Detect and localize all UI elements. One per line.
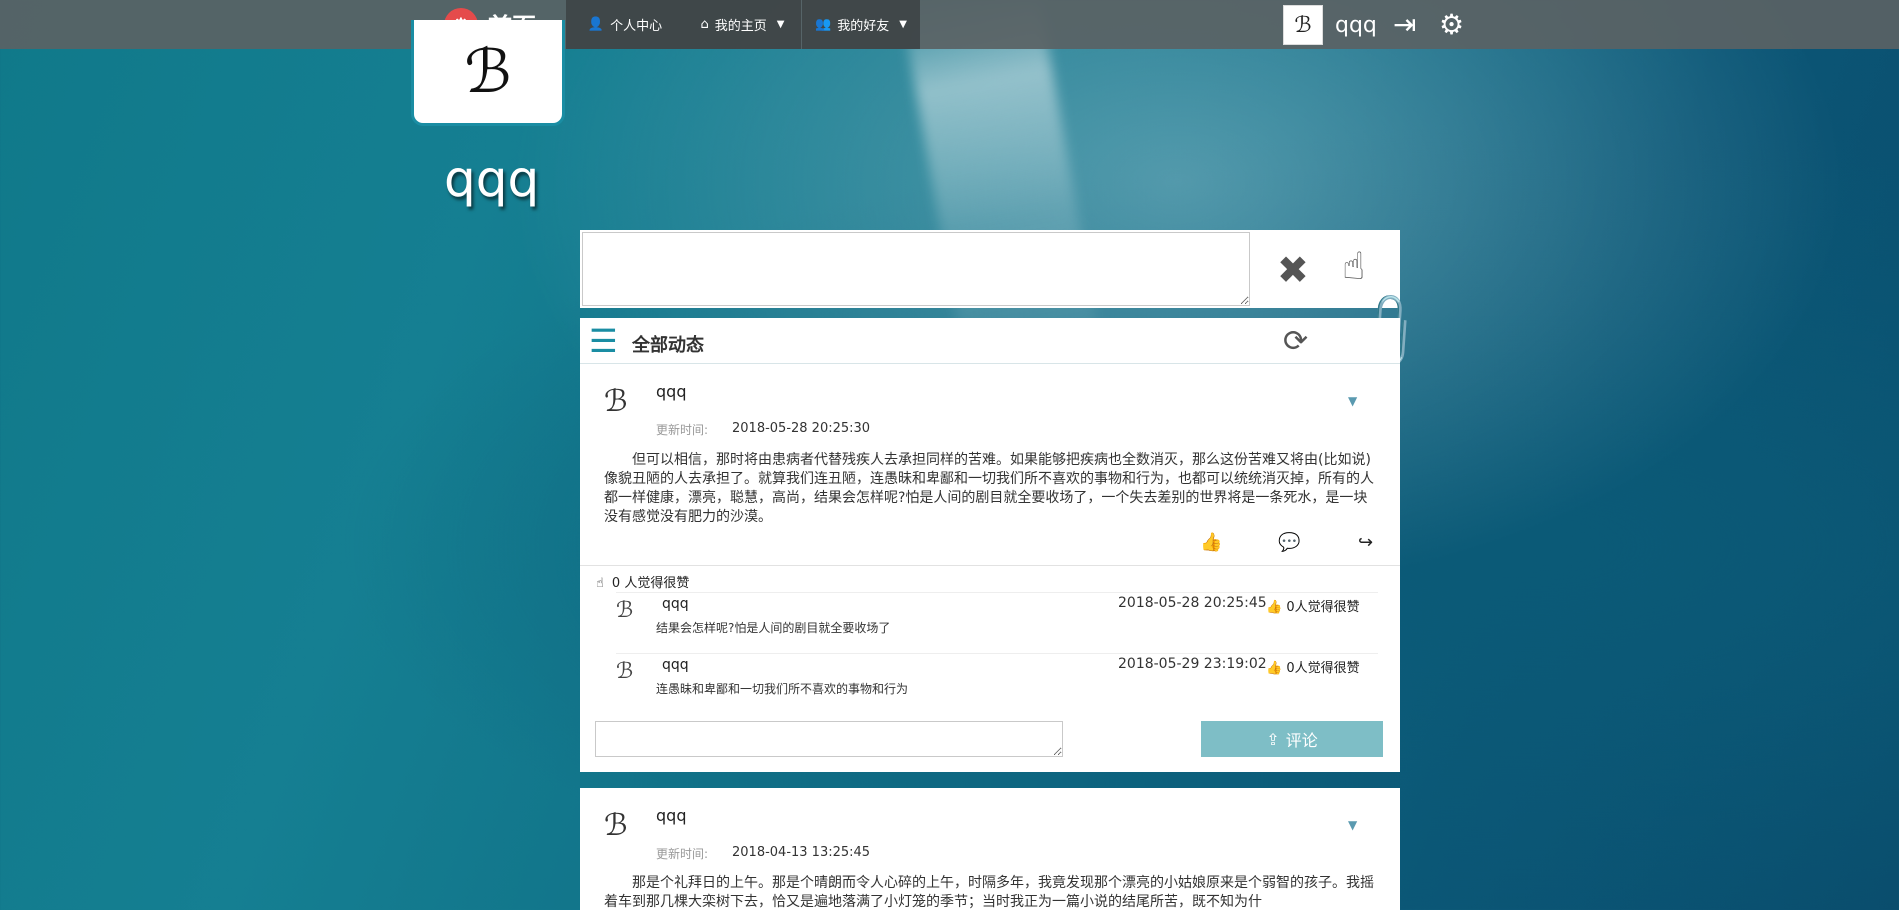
comment-time: 2018-05-29 23:19:02	[1118, 656, 1267, 672]
comment-submit-button[interactable]: ⇪ 评论	[1201, 721, 1383, 757]
nav-username: qqq	[1335, 12, 1377, 38]
comment-button-label: 评论	[1285, 731, 1318, 750]
thumbs-up-icon[interactable]: 👍	[1200, 532, 1222, 553]
comment-item: ℬ qqq 2018-05-29 23:19:02 👍 0人觉得很赞 连愚昧和卑…	[616, 653, 1378, 711]
nav-item-label: 我的好友	[837, 19, 890, 34]
post-body: 但可以相信，那时将由患病者代替残疾人去承担同样的苦难。如果能够把疾病也全数消灭，…	[604, 452, 1374, 525]
comment-likes: 0人觉得很赞	[1286, 600, 1360, 615]
home-icon: ⌂	[700, 17, 709, 32]
feed-title: 全部动态	[632, 335, 704, 356]
hand-icon: ☝	[596, 576, 604, 591]
nav-item-label: 我的主页	[714, 19, 767, 34]
chevron-down-icon[interactable]: ▼	[1348, 818, 1357, 832]
caret-down-icon: ▼	[899, 19, 907, 30]
list-icon: ☰	[589, 322, 618, 360]
profile-avatar: ℬ	[411, 20, 565, 126]
comment-icon[interactable]: 💬	[1278, 532, 1300, 553]
logout-icon[interactable]: ⇥	[1393, 8, 1416, 41]
likes-summary: ☝ 0 人觉得很赞	[596, 572, 689, 591]
caret-down-icon: ▼	[776, 19, 785, 30]
comment-item: ℬ qqq 2018-05-28 20:25:45 👍 0人觉得很赞 结果会怎样…	[616, 592, 1378, 650]
pin-icon[interactable]: ☝	[1342, 244, 1365, 288]
top-navbar: ⚙ 首页 👤 个人中心 ⌂ 我的主页 ▼ 👥 我的好友 ▼ ℬ qqq ⇥ ⚙	[0, 0, 1899, 49]
comment-input[interactable]	[595, 721, 1063, 757]
user-icon: 👤	[587, 17, 605, 32]
nav-user[interactable]: ℬ qqq	[1283, 5, 1377, 45]
post-body: 那是个礼拜日的上午。那是个晴朗而令人心碎的上午，时隔多年，我竟发现那个漂亮的小姑…	[604, 875, 1374, 910]
likes-text: 0 人觉得很赞	[611, 576, 690, 591]
post-card: ℬ qqq 更新时间: 2018-04-13 13:25:45 ▼ 那是个礼拜日…	[580, 788, 1400, 910]
post-username[interactable]: qqq	[656, 382, 686, 401]
profile-name: qqq	[444, 150, 540, 208]
post-composer: ✖ ☝	[580, 230, 1400, 308]
comment-username[interactable]: qqq	[662, 657, 689, 673]
avatar: ℬ	[616, 598, 634, 623]
divider	[580, 565, 1400, 566]
nav-item-personal-center[interactable]: 👤 个人中心	[566, 0, 684, 49]
avatar: ℬ	[616, 659, 634, 684]
post-time: 2018-04-13 13:25:45	[732, 845, 871, 860]
avatar: ℬ	[604, 808, 628, 843]
nav-item-label: 个人中心	[610, 19, 663, 34]
comment-likes: 0人觉得很赞	[1286, 661, 1360, 676]
chevron-down-icon[interactable]: ▼	[1348, 394, 1357, 408]
comment-like[interactable]: 👍 0人觉得很赞	[1266, 596, 1360, 615]
share-icon[interactable]: ↪	[1358, 532, 1373, 553]
refresh-icon[interactable]: ⟳	[1283, 324, 1308, 359]
post-input[interactable]	[582, 232, 1250, 306]
users-icon: 👥	[815, 17, 832, 32]
post-time: 2018-05-28 20:25:30	[732, 421, 871, 436]
post-username[interactable]: qqq	[656, 806, 686, 825]
post-time-label: 更新时间:	[656, 423, 709, 437]
feed-header: ☰ 全部动态 ⟳	[580, 318, 1400, 364]
post-card: ℬ qqq 更新时间: 2018-05-28 20:25:30 ▼ 但可以相信，…	[580, 364, 1400, 772]
comment-time: 2018-05-28 20:25:45	[1118, 595, 1267, 611]
comment-like[interactable]: 👍 0人觉得很赞	[1266, 657, 1360, 676]
gear-icon[interactable]: ⚙	[1439, 8, 1464, 41]
comment-text: 连愚昧和卑鄙和一切我们所不喜欢的事物和行为	[656, 682, 909, 696]
comment-username[interactable]: qqq	[662, 596, 689, 612]
upload-icon: ⇪	[1266, 729, 1280, 749]
nav-item-my-home[interactable]: ⌂ 我的主页 ▼	[684, 0, 801, 49]
avatar: ℬ	[1283, 5, 1323, 45]
close-icon[interactable]: ✖	[1277, 248, 1309, 292]
comment-text: 结果会怎样呢?怕是人间的剧目就全要收场了	[656, 621, 891, 635]
nav-item-my-friends[interactable]: 👥 我的好友 ▼	[802, 0, 920, 49]
post-time-label: 更新时间:	[656, 847, 709, 861]
avatar: ℬ	[604, 384, 628, 419]
